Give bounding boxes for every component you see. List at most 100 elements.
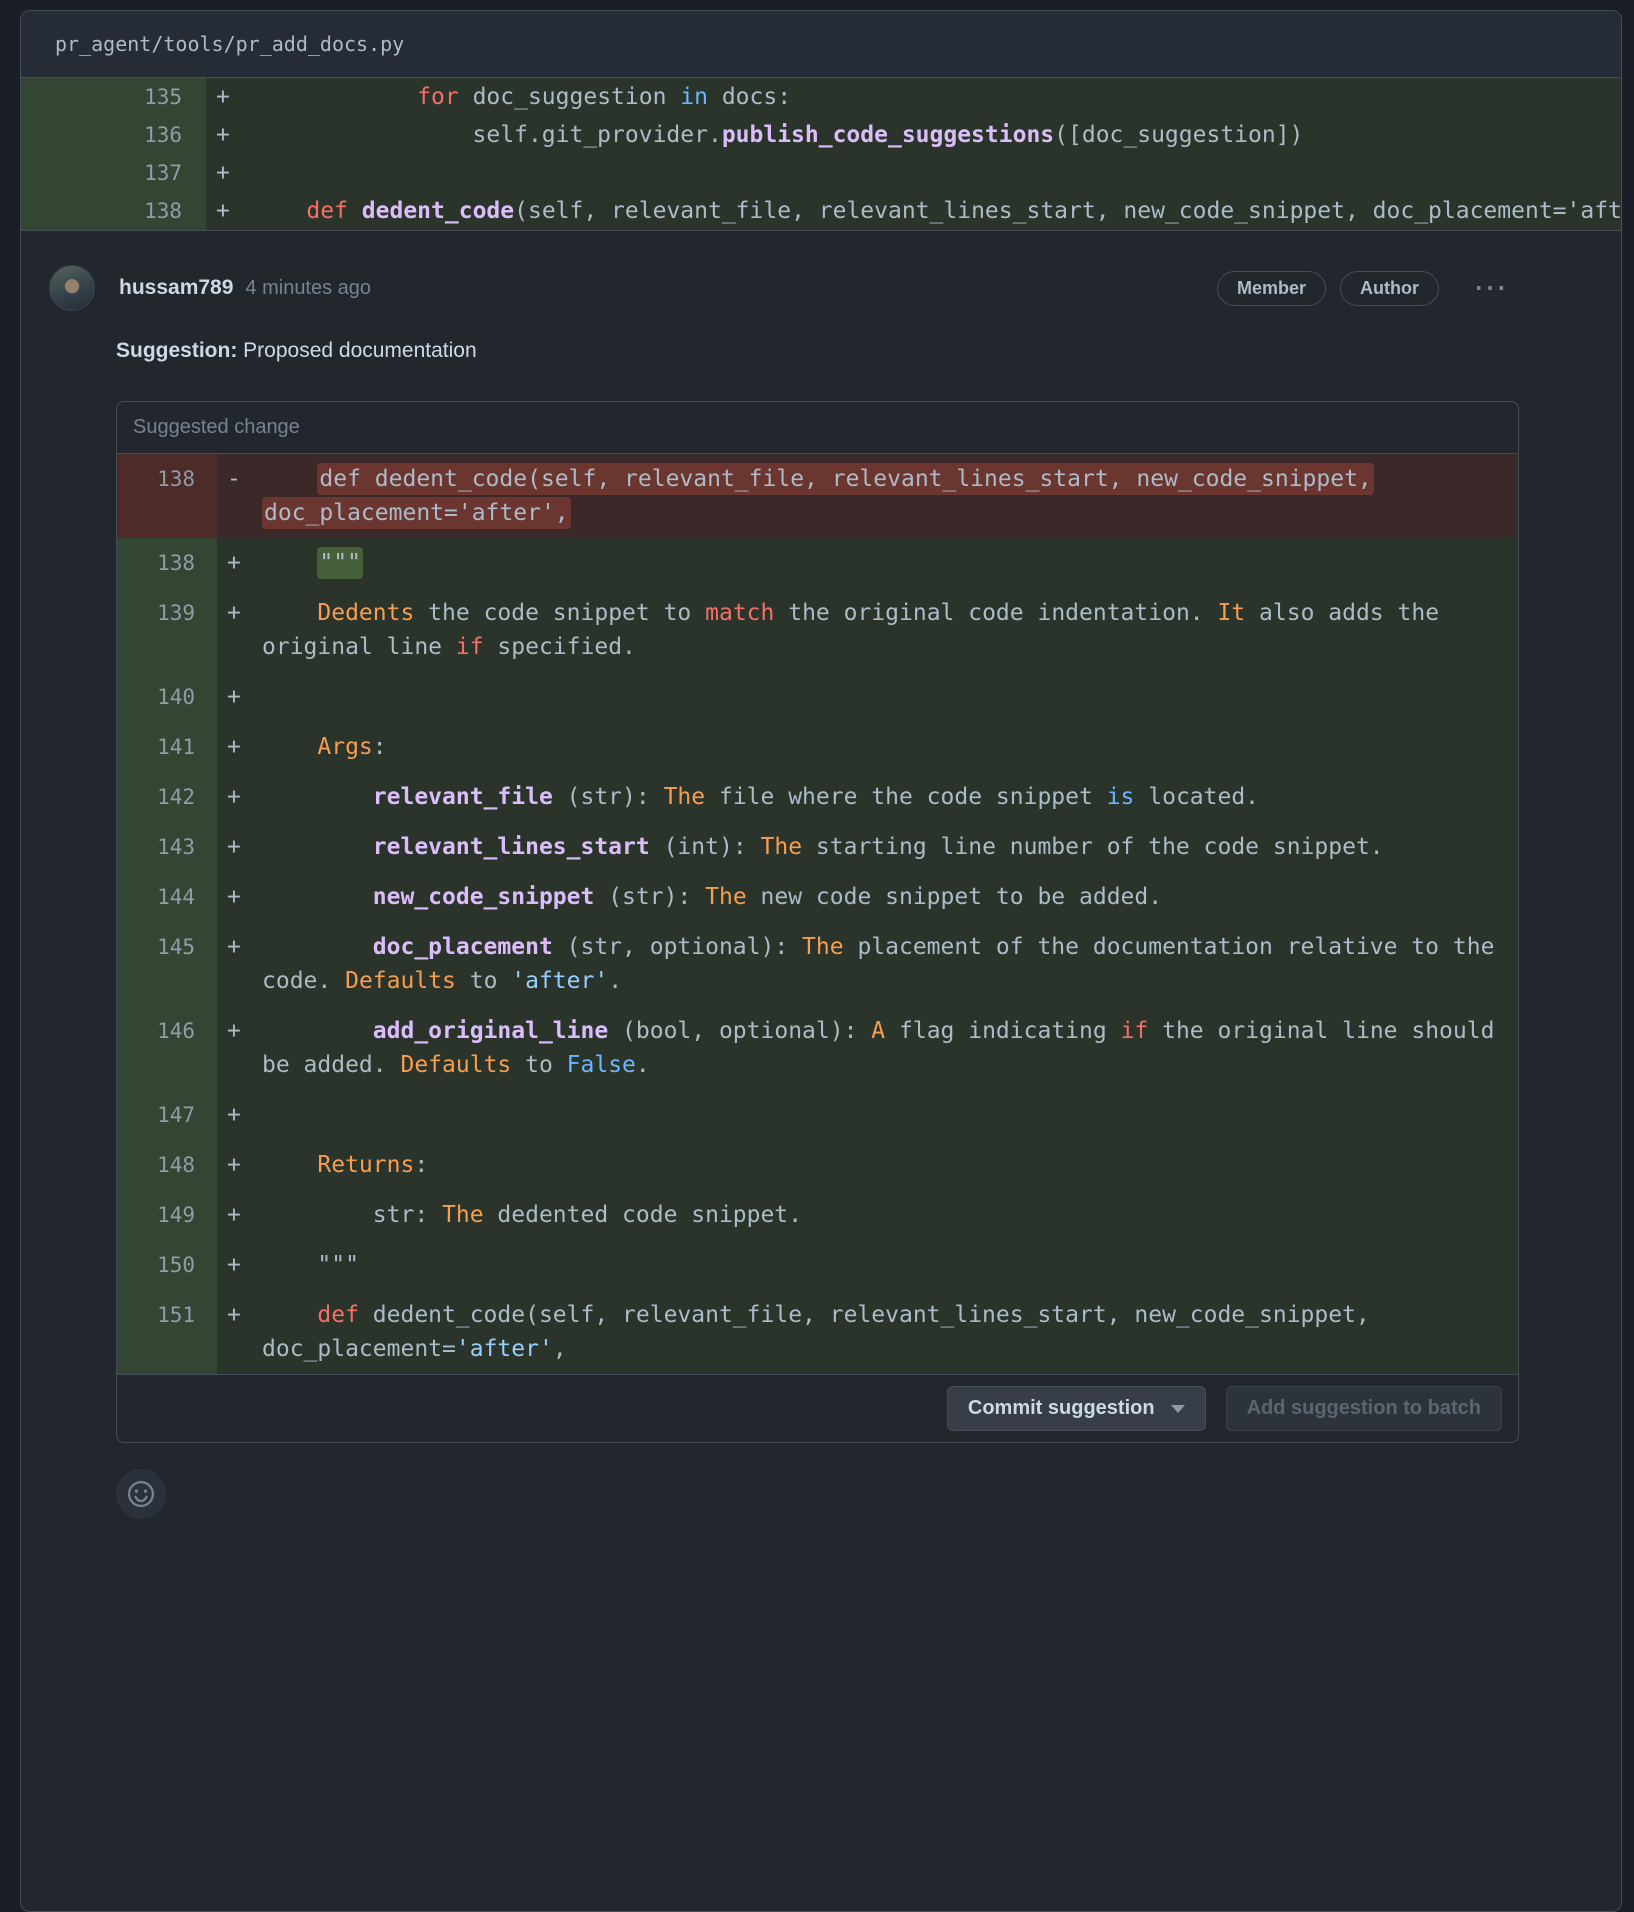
code-line: for doc_suggestion in docs:: [251, 78, 1621, 116]
line-number: 149: [117, 1190, 217, 1240]
line-number[interactable]: 138: [21, 192, 206, 230]
suggestion-label: Suggestion:: [116, 339, 237, 362]
add-suggestion-to-batch-button[interactable]: Add suggestion to batch: [1226, 1386, 1502, 1431]
diff-marker: +: [217, 822, 262, 872]
line-number: 148: [117, 1140, 217, 1190]
diff-row-add-147: 147+: [117, 1090, 1518, 1140]
line-number: 145: [117, 922, 217, 1006]
diff-row-add-138: 138+ def dedent_code(self, relevant_file…: [21, 192, 1621, 230]
code-line: self.git_provider.publish_code_suggestio…: [251, 116, 1621, 154]
diff-row-add-150: 150+ """: [117, 1240, 1518, 1290]
add-suggestion-to-batch-label: Add suggestion to batch: [1247, 1397, 1481, 1420]
diff-row-add-138: 138+ """: [117, 538, 1518, 588]
line-number: 150: [117, 1240, 217, 1290]
add-reaction-button[interactable]: [116, 1469, 166, 1519]
line-number: 140: [117, 672, 217, 722]
author-badge: Author: [1340, 271, 1439, 306]
code-line: Args:: [262, 722, 1518, 772]
suggestion-text: Proposed documentation: [237, 339, 476, 362]
diff-marker: +: [217, 872, 262, 922]
top-diff: 135+ for doc_suggestion in docs:136+ sel…: [21, 78, 1621, 231]
diff-marker: +: [217, 1290, 262, 1374]
diff-marker: +: [206, 192, 251, 230]
line-number: 151: [117, 1290, 217, 1374]
line-number: 141: [117, 722, 217, 772]
code-line: def dedent_code(self, relevant_file, rel…: [251, 192, 1621, 230]
diff-row-del-138: 138- def dedent_code(self, relevant_file…: [117, 454, 1518, 538]
diff-marker: +: [217, 772, 262, 822]
code-line: str: The dedented code snippet.: [262, 1190, 1518, 1240]
code-line: relevant_lines_start (int): The starting…: [262, 822, 1518, 872]
line-number: 142: [117, 772, 217, 822]
line-number: 147: [117, 1090, 217, 1140]
diff-row-add-144: 144+ new_code_snippet (str): The new cod…: [117, 872, 1518, 922]
line-number: 139: [117, 588, 217, 672]
code-line: new_code_snippet (str): The new code sni…: [262, 872, 1518, 922]
suggestion-actions: Commit suggestion Add suggestion to batc…: [117, 1374, 1518, 1442]
commit-suggestion-label: Commit suggestion: [968, 1397, 1155, 1420]
diff-marker: +: [217, 1240, 262, 1290]
smiley-icon: [127, 1480, 155, 1508]
review-thread-card: pr_agent/tools/pr_add_docs.py 135+ for d…: [20, 10, 1622, 1912]
line-number: 143: [117, 822, 217, 872]
diff-marker: +: [206, 78, 251, 116]
diff-marker: +: [217, 722, 262, 772]
code-line: add_original_line (bool, optional): A fl…: [262, 1006, 1518, 1090]
diff-row-add-140: 140+: [117, 672, 1518, 722]
diff-row-add-141: 141+ Args:: [117, 722, 1518, 772]
code-line: [251, 154, 1621, 192]
diff-marker: +: [217, 672, 262, 722]
commit-suggestion-button[interactable]: Commit suggestion: [947, 1386, 1206, 1431]
diff-marker: +: [217, 1006, 262, 1090]
line-number[interactable]: 135: [21, 78, 206, 116]
diff-row-add-135: 135+ for doc_suggestion in docs:: [21, 78, 1621, 116]
diff-row-add-148: 148+ Returns:: [117, 1140, 1518, 1190]
diff-row-add-136: 136+ self.git_provider.publish_code_sugg…: [21, 116, 1621, 154]
line-number: 146: [117, 1006, 217, 1090]
code-line: def dedent_code(self, relevant_file, rel…: [262, 454, 1518, 538]
diff-row-add-143: 143+ relevant_lines_start (int): The sta…: [117, 822, 1518, 872]
suggestion-diff: 138- def dedent_code(self, relevant_file…: [117, 454, 1518, 1374]
diff-row-add-151: 151+ def dedent_code(self, relevant_file…: [117, 1290, 1518, 1374]
file-path: pr_agent/tools/pr_add_docs.py: [55, 32, 404, 56]
diff-marker: +: [217, 922, 262, 1006]
review-comment: hussam789 4 minutes ago Member Author ⋯ …: [21, 231, 1621, 1559]
suggested-change-header: Suggested change: [117, 402, 1518, 454]
diff-row-add-137: 137+: [21, 154, 1621, 192]
diff-row-add-145: 145+ doc_placement (str, optional): The …: [117, 922, 1518, 1006]
line-number: 138: [117, 538, 217, 588]
line-number: 144: [117, 872, 217, 922]
diff-marker: +: [206, 116, 251, 154]
diff-marker: +: [217, 538, 262, 588]
line-number: 138: [117, 454, 217, 538]
code-line: Dedents the code snippet to match the or…: [262, 588, 1518, 672]
member-badge: Member: [1217, 271, 1326, 306]
line-number[interactable]: 136: [21, 116, 206, 154]
code-line: Returns:: [262, 1140, 1518, 1190]
code-line: doc_placement (str, optional): The place…: [262, 922, 1518, 1006]
code-line: relevant_file (str): The file where the …: [262, 772, 1518, 822]
diff-row-add-146: 146+ add_original_line (bool, optional):…: [117, 1006, 1518, 1090]
reaction-row: [116, 1469, 1519, 1559]
comment-body-text: Suggestion: Proposed documentation: [116, 339, 1519, 363]
chevron-down-icon: [1171, 1405, 1185, 1413]
kebab-menu-icon[interactable]: ⋯: [1467, 277, 1515, 299]
diff-row-add-139: 139+ Dedents the code snippet to match t…: [117, 588, 1518, 672]
file-path-header[interactable]: pr_agent/tools/pr_add_docs.py: [21, 11, 1621, 78]
diff-marker: +: [217, 1140, 262, 1190]
code-line: def dedent_code(self, relevant_file, rel…: [262, 1290, 1518, 1374]
author-line: hussam789 4 minutes ago: [119, 276, 371, 300]
code-line: [262, 1090, 1518, 1140]
suggested-change-box: Suggested change 138- def dedent_code(se…: [116, 401, 1519, 1443]
code-line: """: [262, 538, 1518, 588]
avatar[interactable]: [49, 265, 95, 311]
line-number[interactable]: 137: [21, 154, 206, 192]
author-username[interactable]: hussam789: [119, 276, 233, 300]
code-line: [262, 672, 1518, 722]
comment-header: hussam789 4 minutes ago Member Author ⋯: [21, 265, 1621, 311]
diff-row-add-142: 142+ relevant_file (str): The file where…: [117, 772, 1518, 822]
diff-marker: -: [217, 454, 262, 538]
diff-marker: +: [217, 1090, 262, 1140]
code-line: """: [262, 1240, 1518, 1290]
comment-timestamp[interactable]: 4 minutes ago: [245, 277, 371, 300]
